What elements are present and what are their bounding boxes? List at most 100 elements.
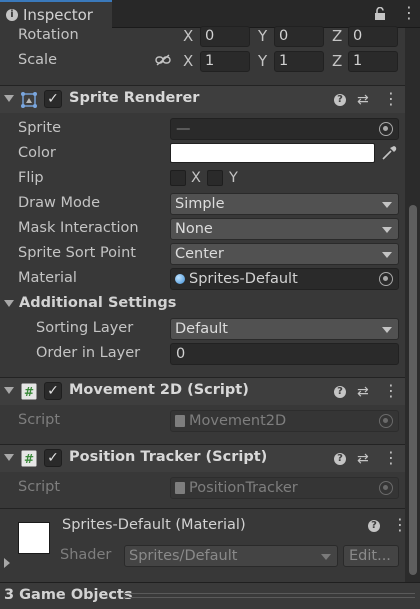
position-tracker-enabled-checkbox[interactable]: ✓ [44, 449, 62, 467]
script-file-icon [175, 415, 185, 427]
divider [0, 508, 420, 509]
scale-x-field[interactable]: 1 [200, 51, 250, 72]
material-preview-thumbnail [18, 522, 50, 554]
constrain-proportions-icon[interactable] [155, 54, 171, 66]
sprite-value: — [176, 121, 191, 137]
presets-icon[interactable]: ⇄ [357, 451, 369, 467]
tracker-script-field: PositionTracker [170, 477, 399, 499]
material-label: Material [18, 270, 77, 286]
object-picker-icon[interactable] [379, 122, 393, 136]
scale-y-axis[interactable]: Y [258, 52, 267, 70]
object-picker-icon [379, 414, 393, 428]
flip-y-checkbox[interactable] [207, 170, 223, 186]
resize-grip[interactable] [125, 597, 415, 598]
object-picker-icon [379, 481, 393, 495]
footer-label: 3 Game Objects [4, 587, 133, 603]
help-icon[interactable]: ? [334, 453, 346, 465]
position-tracker-header[interactable]: # ✓ Position Tracker (Script) ? ⇄ ⋮ [0, 444, 420, 472]
order-in-layer-label: Order in Layer [36, 345, 141, 361]
sorting-layer-value: Default [175, 321, 228, 337]
svg-text:#: # [24, 385, 34, 399]
selection-footer[interactable]: 3 Game Objects [0, 582, 420, 609]
sprite-sort-point-dropdown[interactable]: Center [170, 243, 399, 265]
draw-mode-dropdown[interactable]: Simple [170, 193, 399, 215]
scale-y-field[interactable]: 1 [274, 51, 324, 72]
sprite-renderer-icon [21, 92, 37, 108]
color-swatch[interactable] [170, 143, 375, 163]
order-in-layer-field[interactable]: 0 [170, 343, 399, 365]
inspector-tab-label: Inspector [23, 6, 93, 24]
rotation-z-field[interactable]: 0 [348, 26, 398, 47]
component-menu-icon[interactable]: ⋮ [383, 381, 399, 400]
eyedropper-icon[interactable] [380, 144, 398, 162]
dropdown-arrow-icon [382, 252, 392, 258]
tab-bar: i Inspector ⋮ [0, 0, 420, 28]
sorting-layer-dropdown[interactable]: Default [170, 318, 399, 340]
flip-y-label: Y [229, 170, 238, 186]
movement-2d-header[interactable]: # ✓ Movement 2D (Script) ? ⇄ ⋮ [0, 377, 420, 405]
movement-2d-title: Movement 2D (Script) [69, 382, 249, 398]
movement-script-field: Movement2D [170, 410, 399, 432]
material-preview-title: Sprites-Default (Material) [62, 517, 246, 533]
window-menu-icon[interactable]: ⋮ [401, 3, 417, 22]
material-value: Sprites-Default [189, 271, 298, 287]
movement-script-value: Movement2D [189, 413, 287, 429]
color-label: Color [18, 145, 56, 161]
fold-arrow-icon[interactable] [4, 454, 14, 461]
material-field[interactable]: Sprites-Default [170, 268, 399, 290]
movement-2d-enabled-checkbox[interactable]: ✓ [44, 382, 62, 400]
mask-interaction-label: Mask Interaction [18, 220, 139, 236]
scale-z-axis[interactable]: Z [332, 52, 342, 70]
scale-label: Scale [18, 52, 58, 68]
rotation-x-field[interactable]: 0 [200, 26, 250, 47]
mask-interaction-value: None [175, 221, 213, 237]
shader-dropdown[interactable]: Sprites/Default [124, 545, 338, 567]
material-sphere-icon [175, 274, 185, 284]
help-icon[interactable]: ? [334, 386, 346, 398]
sprite-renderer-enabled-checkbox[interactable]: ✓ [44, 90, 62, 108]
scale-z-field[interactable]: 1 [348, 51, 398, 72]
csharp-script-icon: # [21, 383, 37, 400]
tracker-script-label: Script [18, 479, 61, 495]
resize-grip[interactable] [125, 593, 415, 594]
component-menu-icon[interactable]: ⋮ [383, 89, 399, 108]
flip-label: Flip [18, 170, 44, 186]
svg-text:#: # [24, 452, 34, 466]
dropdown-arrow-icon [382, 202, 392, 208]
sprite-sort-point-label: Sprite Sort Point [18, 245, 136, 261]
lock-icon[interactable] [374, 7, 386, 21]
shader-label: Shader [60, 547, 112, 563]
rotation-label: Rotation [18, 27, 79, 43]
rotation-x-axis[interactable]: X [183, 27, 193, 45]
dropdown-arrow-icon [382, 327, 392, 333]
rotation-y-axis[interactable]: Y [258, 27, 267, 45]
sprite-field[interactable]: — [170, 118, 399, 140]
script-file-icon [175, 482, 185, 494]
movement-script-label: Script [18, 412, 61, 428]
scale-x-axis[interactable]: X [183, 52, 193, 70]
rotation-y-field[interactable]: 0 [274, 26, 324, 47]
object-picker-icon[interactable] [379, 272, 393, 286]
fold-arrow-icon[interactable] [4, 387, 14, 394]
fold-arrow-icon[interactable] [4, 95, 14, 102]
help-icon[interactable]: ? [334, 94, 346, 106]
inspector-tab[interactable]: i Inspector [0, 0, 112, 28]
shader-edit-button[interactable]: Edit... [343, 545, 399, 567]
material-expand-icon[interactable] [4, 558, 10, 568]
presets-icon[interactable]: ⇄ [357, 384, 369, 400]
position-tracker-title: Position Tracker (Script) [69, 449, 268, 465]
sprite-renderer-title: Sprite Renderer [69, 90, 200, 106]
sprite-renderer-header[interactable]: ✓ Sprite Renderer ? ⇄ ⋮ [0, 85, 420, 113]
help-icon[interactable]: ? [368, 520, 380, 532]
draw-mode-label: Draw Mode [18, 195, 100, 211]
presets-icon[interactable]: ⇄ [357, 92, 369, 108]
csharp-script-icon: # [21, 450, 37, 467]
additional-settings-label[interactable]: Additional Settings [19, 295, 176, 311]
additional-settings-fold-icon[interactable] [4, 300, 14, 307]
mask-interaction-dropdown[interactable]: None [170, 218, 399, 240]
scrollbar-thumb[interactable] [409, 205, 417, 575]
rotation-z-axis[interactable]: Z [332, 27, 342, 45]
flip-x-checkbox[interactable] [170, 170, 186, 186]
shader-value: Sprites/Default [129, 548, 238, 564]
component-menu-icon[interactable]: ⋮ [383, 448, 399, 467]
